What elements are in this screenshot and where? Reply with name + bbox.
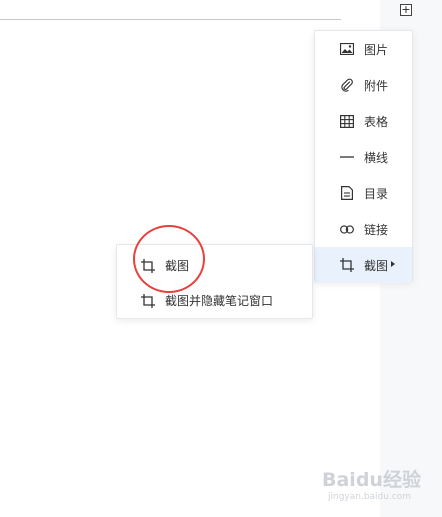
menu-item-table[interactable]: 表格 xyxy=(315,103,412,139)
menu-item-label: 图片 xyxy=(364,42,389,57)
screenshot-submenu: 截图 截图并隐藏笔记窗口 xyxy=(116,244,313,319)
menu-item-label: 链接 xyxy=(364,222,389,237)
link-icon xyxy=(340,222,354,236)
menu-item-attachment[interactable]: 附件 xyxy=(315,67,412,103)
insert-menu: 图片 附件 表格 横线 目录 链接 截图 xyxy=(314,30,413,283)
crop-icon xyxy=(141,293,155,308)
menu-item-screenshot[interactable]: 截图 xyxy=(315,247,412,283)
document-icon xyxy=(340,186,354,200)
submenu-item-label: 截图并隐藏笔记窗口 xyxy=(165,294,274,308)
crop-icon xyxy=(141,258,155,273)
menu-item-image[interactable]: 图片 xyxy=(315,31,412,67)
image-icon xyxy=(340,42,354,56)
menu-item-label: 截图 xyxy=(364,258,389,273)
menu-item-label: 表格 xyxy=(364,114,389,129)
menu-item-link[interactable]: 链接 xyxy=(315,211,412,247)
submenu-item-screenshot-hide-window[interactable]: 截图并隐藏笔记窗口 xyxy=(117,283,312,318)
paperclip-icon xyxy=(340,78,354,92)
menu-item-label: 目录 xyxy=(364,186,389,201)
horizontal-line-icon xyxy=(340,150,354,164)
menu-item-label: 附件 xyxy=(364,78,389,93)
submenu-arrow-icon xyxy=(391,261,395,267)
crop-icon xyxy=(340,258,354,272)
add-button[interactable]: + xyxy=(400,4,412,16)
submenu-item-label: 截图 xyxy=(165,259,190,273)
title-underline xyxy=(0,19,341,20)
submenu-item-screenshot[interactable]: 截图 xyxy=(117,248,312,283)
menu-item-horizontal-line[interactable]: 横线 xyxy=(315,139,412,175)
table-icon xyxy=(340,114,354,128)
menu-item-toc[interactable]: 目录 xyxy=(315,175,412,211)
menu-item-label: 横线 xyxy=(364,150,389,165)
